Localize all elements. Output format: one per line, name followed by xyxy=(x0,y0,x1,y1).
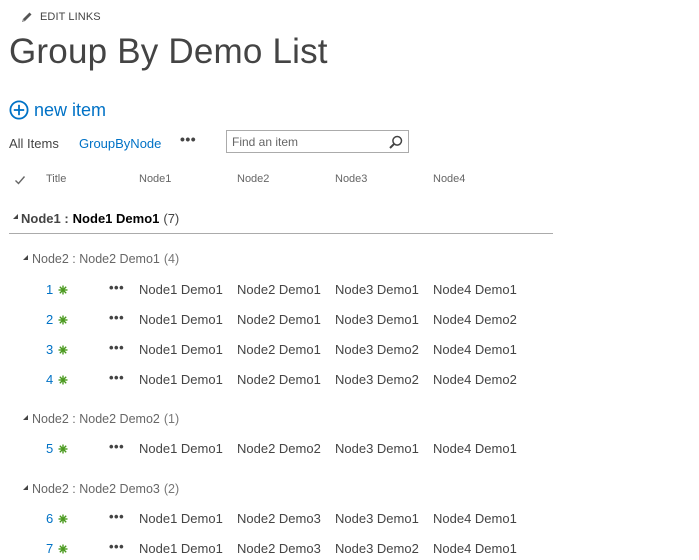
column-header-node1[interactable]: Node1 xyxy=(139,173,171,189)
add-circle-icon xyxy=(9,100,29,120)
group-header-node1[interactable]: Node1 : Node1 Demo1 (7) xyxy=(13,211,179,226)
new-item-badge-icon xyxy=(58,315,68,325)
cell-node3: Node3 Demo2 xyxy=(335,342,419,357)
new-item-badge-icon xyxy=(58,544,68,554)
column-header-title[interactable]: Title xyxy=(46,173,66,189)
cell-node2: Node2 Demo1 xyxy=(237,342,321,357)
item-menu-button[interactable]: ••• xyxy=(109,340,124,355)
cell-node1: Node1 Demo1 xyxy=(139,372,223,387)
select-all-checkmark-icon[interactable] xyxy=(14,174,26,186)
item-menu-button[interactable]: ••• xyxy=(109,370,124,385)
cell-node3: Node3 Demo1 xyxy=(335,312,419,327)
cell-node4: Node4 Demo1 xyxy=(433,441,517,456)
cell-node2: Node2 Demo1 xyxy=(237,372,321,387)
group-count: (1) xyxy=(163,412,180,426)
column-header-node4[interactable]: Node4 xyxy=(433,173,465,189)
new-item-badge-icon xyxy=(58,514,68,524)
item-menu-button[interactable]: ••• xyxy=(109,539,124,554)
new-item-badge-icon xyxy=(58,285,68,295)
item-menu-button[interactable]: ••• xyxy=(109,310,124,325)
page-title: Group By Demo List xyxy=(9,32,328,71)
item-title-link[interactable]: 2 xyxy=(46,312,56,327)
table-row[interactable]: 4 ••• Node1 Demo1 Node2 Demo1 Node3 Demo… xyxy=(0,370,560,391)
search-input[interactable] xyxy=(232,133,382,150)
pencil-icon xyxy=(22,12,32,22)
new-item-badge-icon xyxy=(58,345,68,355)
group-header-node2-demo3[interactable]: Node2 : Node2 Demo3 (2) xyxy=(23,482,179,496)
new-item-button[interactable]: new item xyxy=(9,98,106,122)
item-menu-button[interactable]: ••• xyxy=(109,280,124,295)
cell-node3: Node3 Demo2 xyxy=(335,372,419,387)
group-label: Node2 : Node2 Demo3 xyxy=(32,482,160,496)
collapse-triangle-icon[interactable] xyxy=(13,214,18,219)
cell-node3: Node3 Demo1 xyxy=(335,511,419,526)
cell-node1: Node1 Demo1 xyxy=(139,342,223,357)
cell-node1: Node1 Demo1 xyxy=(139,511,223,526)
search-box xyxy=(226,130,409,153)
cell-node1: Node1 Demo1 xyxy=(139,282,223,297)
cell-node2: Node2 Demo3 xyxy=(237,541,321,556)
table-row[interactable]: 7 ••• Node1 Demo1 Node2 Demo3 Node3 Demo… xyxy=(0,539,560,560)
item-title-link[interactable]: 6 xyxy=(46,511,56,526)
group-count: (4) xyxy=(163,252,180,266)
collapse-triangle-icon[interactable] xyxy=(23,484,28,490)
group-count: (7) xyxy=(163,211,180,226)
column-header-node2[interactable]: Node2 xyxy=(237,173,269,189)
table-row[interactable]: 5 ••• Node1 Demo1 Node2 Demo2 Node3 Demo… xyxy=(0,439,560,460)
item-title-link[interactable]: 7 xyxy=(46,541,56,556)
view-selector: All Items GroupByNode ••• xyxy=(9,131,196,153)
table-row[interactable]: 1 ••• Node1 Demo1 Node2 Demo1 Node3 Demo… xyxy=(0,280,560,301)
group-header-node2-demo1[interactable]: Node2 : Node2 Demo1 (4) xyxy=(23,252,179,266)
item-menu-button[interactable]: ••• xyxy=(109,439,124,454)
cell-node2: Node2 Demo3 xyxy=(237,511,321,526)
table-row[interactable]: 6 ••• Node1 Demo1 Node2 Demo3 Node3 Demo… xyxy=(0,509,560,530)
view-tab-groupbynode[interactable]: GroupByNode xyxy=(79,136,161,151)
search-icon[interactable] xyxy=(389,135,403,149)
cell-node4: Node4 Demo1 xyxy=(433,282,517,297)
group-divider xyxy=(9,233,553,234)
cell-node4: Node4 Demo2 xyxy=(433,312,517,327)
cell-node1: Node1 Demo1 xyxy=(139,441,223,456)
item-title-link[interactable]: 3 xyxy=(46,342,56,357)
item-title-link[interactable]: 4 xyxy=(46,372,56,387)
group-label: Node2 : Node2 Demo2 xyxy=(32,412,160,426)
cell-node3: Node3 Demo2 xyxy=(335,541,419,556)
cell-node4: Node4 Demo1 xyxy=(433,342,517,357)
group-count: (2) xyxy=(163,482,180,496)
cell-node4: Node4 Demo2 xyxy=(433,372,517,387)
cell-node2: Node2 Demo1 xyxy=(237,312,321,327)
cell-node3: Node3 Demo1 xyxy=(335,441,419,456)
edit-links-label: EDIT LINKS xyxy=(40,11,101,23)
cell-node4: Node4 Demo1 xyxy=(433,541,517,556)
cell-node2: Node2 Demo1 xyxy=(237,282,321,297)
group-field-label: Node1 : xyxy=(21,211,69,226)
more-views-button[interactable]: ••• xyxy=(180,131,196,147)
new-item-label: new item xyxy=(34,99,107,120)
cell-node1: Node1 Demo1 xyxy=(139,541,223,556)
collapse-triangle-icon[interactable] xyxy=(23,414,28,420)
item-title-link[interactable]: 5 xyxy=(46,441,56,456)
view-tab-all-items[interactable]: All Items xyxy=(9,136,59,151)
item-menu-button[interactable]: ••• xyxy=(109,509,124,524)
table-row[interactable]: 2 ••• Node1 Demo1 Node2 Demo1 Node3 Demo… xyxy=(0,310,560,331)
group-label: Node2 : Node2 Demo1 xyxy=(32,252,160,266)
edit-links[interactable]: EDIT LINKS xyxy=(21,9,101,25)
cell-node4: Node4 Demo1 xyxy=(433,511,517,526)
new-item-badge-icon xyxy=(58,444,68,454)
table-row[interactable]: 3 ••• Node1 Demo1 Node2 Demo1 Node3 Demo… xyxy=(0,340,560,361)
cell-node1: Node1 Demo1 xyxy=(139,312,223,327)
collapse-triangle-icon[interactable] xyxy=(23,254,28,260)
column-header-node3[interactable]: Node3 xyxy=(335,173,367,189)
new-item-badge-icon xyxy=(58,375,68,385)
group-value-label: Node1 Demo1 xyxy=(72,211,160,226)
item-title-link[interactable]: 1 xyxy=(46,282,56,297)
cell-node2: Node2 Demo2 xyxy=(237,441,321,456)
group-header-node2-demo2[interactable]: Node2 : Node2 Demo2 (1) xyxy=(23,412,179,426)
cell-node3: Node3 Demo1 xyxy=(335,282,419,297)
